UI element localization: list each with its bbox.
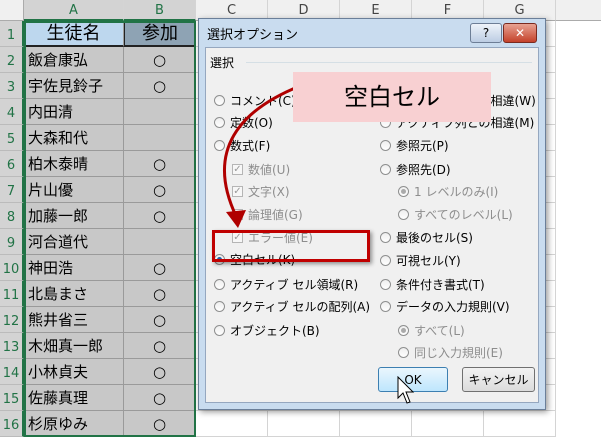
- arrow-icon: [223, 84, 301, 228]
- mouse-cursor-icon: [397, 376, 415, 404]
- callout-label: 空白セル: [293, 72, 491, 122]
